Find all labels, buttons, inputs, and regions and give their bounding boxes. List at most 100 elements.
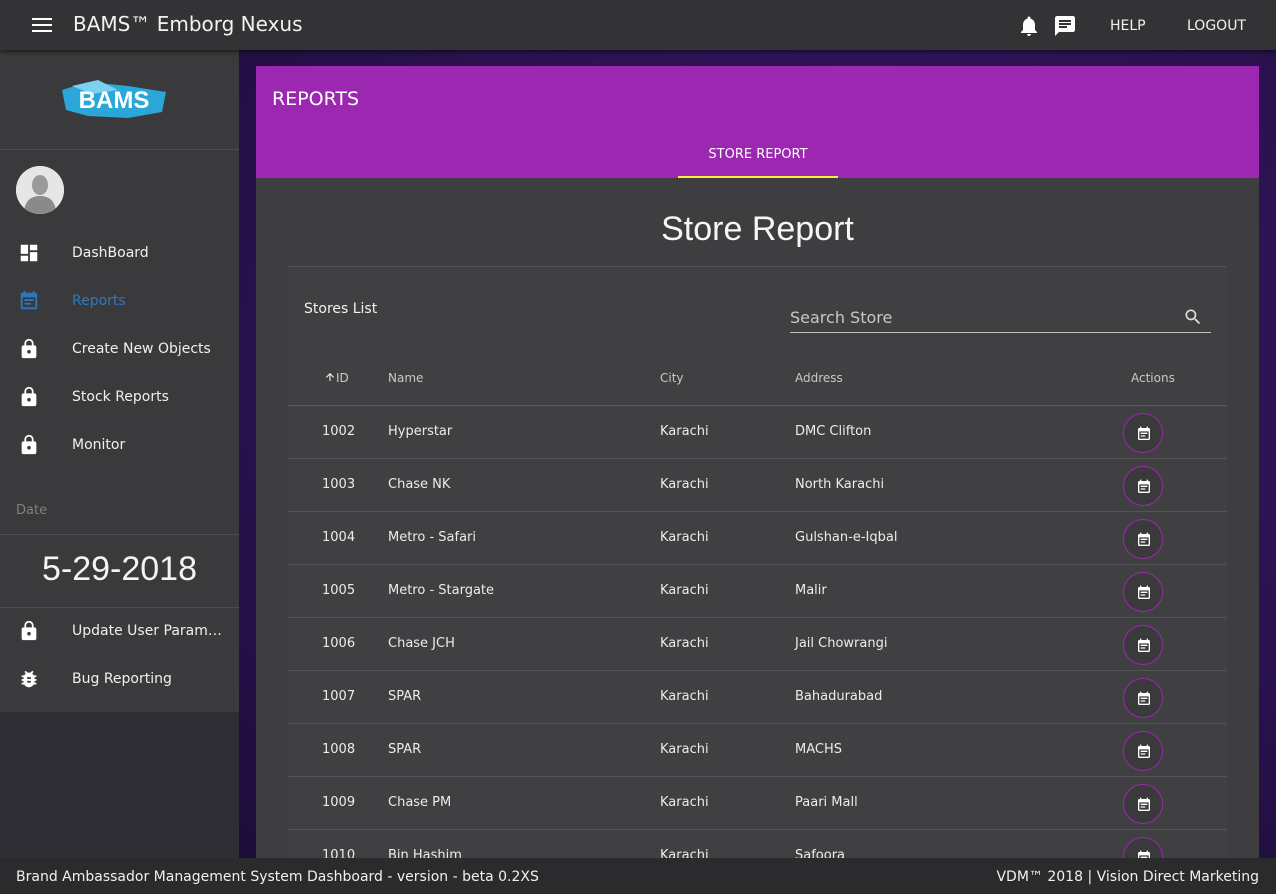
calendar-icon [20, 290, 38, 310]
cell-city: Karachi [660, 795, 709, 810]
sidebar-item-stock-reports[interactable]: Stock Reports [0, 376, 239, 420]
search-field [790, 303, 1211, 333]
top-app-bar: BAMS™ Emborg Nexus HELP LOGOUT [0, 0, 1276, 50]
page-title: REPORTS [272, 88, 360, 110]
bug-icon [21, 670, 37, 688]
view-report-button[interactable] [1123, 784, 1163, 824]
sidebar-item-label: Create New Objects [72, 341, 211, 357]
column-header-city[interactable]: City [660, 371, 684, 385]
help-link[interactable]: HELP [1110, 18, 1146, 34]
cell-id: 1004 [322, 530, 356, 545]
sidebar-item-bug-reporting[interactable]: Bug Reporting [0, 658, 239, 702]
sidebar-item-label: Bug Reporting [72, 671, 172, 687]
avatar[interactable] [16, 166, 64, 214]
date-label: Date [16, 503, 48, 518]
cell-address: Gulshan-e-Iqbal [795, 530, 898, 545]
cell-name: Metro - Stargate [388, 583, 495, 598]
cell-city: Karachi [660, 636, 709, 651]
cell-address: Malir [795, 583, 827, 598]
cell-name: Chase JCH [388, 636, 455, 651]
lock-icon [21, 386, 37, 407]
store-report-heading: Store Report [661, 210, 854, 248]
view-report-button[interactable] [1123, 731, 1163, 771]
lock-icon [21, 620, 37, 641]
table-row[interactable]: 1005 Metro - Stargate Karachi Malir [288, 565, 1227, 618]
footer-right-text: VDM™ 2018 | Vision Direct Marketing [996, 869, 1259, 885]
view-report-button[interactable] [1123, 678, 1163, 718]
cell-id: 1009 [322, 795, 356, 810]
sidebar-item-label: Reports [72, 293, 126, 309]
calendar-icon [1138, 638, 1150, 652]
sidebar-item-reports[interactable]: Reports [0, 280, 239, 324]
cell-city: Karachi [660, 530, 709, 545]
table-row[interactable]: 1009 Chase PM Karachi Paari Mall [288, 777, 1227, 830]
calendar-icon [1138, 585, 1150, 599]
cell-id: 1008 [322, 742, 356, 757]
table-row[interactable]: 1003 Chase NK Karachi North Karachi [288, 459, 1227, 512]
footer-left-text: Brand Ambassador Management System Dashb… [16, 869, 539, 885]
column-header-name[interactable]: Name [388, 371, 423, 385]
table-row[interactable]: 1006 Chase JCH Karachi Jail Chowrangi [288, 618, 1227, 671]
calendar-icon [1138, 479, 1150, 493]
cell-id: 1006 [322, 636, 356, 651]
view-report-button[interactable] [1123, 466, 1163, 506]
calendar-icon [1138, 532, 1150, 546]
chat-icon[interactable] [1053, 14, 1077, 38]
sidebar-filler [0, 712, 239, 858]
cell-id: 1003 [322, 477, 356, 492]
cell-name: SPAR [388, 742, 422, 757]
cell-id: 1007 [322, 689, 356, 704]
cell-address: Bahadurabad [795, 689, 883, 704]
lock-icon [21, 338, 37, 359]
reports-header: REPORTS STORE REPORT [256, 66, 1259, 178]
content-panel: Store Report Stores List ID Name City Ad… [256, 178, 1259, 883]
search-icon[interactable] [1183, 307, 1203, 327]
view-report-button[interactable] [1123, 519, 1163, 559]
search-input[interactable] [790, 303, 1170, 331]
cell-city: Karachi [660, 742, 709, 757]
sidebar-item-update-user-parameters[interactable]: Update User Paramet... [0, 610, 239, 654]
stores-list-title: Stores List [304, 301, 378, 317]
date-value: 5-29-2018 [41, 550, 197, 588]
view-report-button[interactable] [1123, 572, 1163, 612]
cell-name: SPAR [388, 689, 422, 704]
table-row[interactable]: 1002 Hyperstar Karachi DMC Clifton [288, 406, 1227, 459]
cell-id: 1002 [322, 424, 356, 439]
lock-icon [21, 434, 37, 455]
cell-address: MACHS [795, 742, 842, 757]
sidebar-item-dashboard[interactable]: DashBoard [0, 232, 239, 276]
logout-link[interactable]: LOGOUT [1187, 18, 1246, 34]
divider [0, 607, 239, 608]
bell-icon[interactable] [1017, 14, 1041, 38]
table-row[interactable]: 1008 SPAR Karachi MACHS [288, 724, 1227, 777]
cell-name: Chase PM [388, 795, 452, 810]
column-header-label: ID [336, 371, 349, 385]
sidebar-item-create-new-objects[interactable]: Create New Objects [0, 328, 239, 372]
tab-store-report[interactable]: STORE REPORT [678, 138, 838, 178]
column-header-address[interactable]: Address [795, 371, 843, 385]
divider [0, 534, 239, 535]
sidebar-item-monitor[interactable]: Monitor [0, 424, 239, 468]
sidebar-item-label: DashBoard [72, 245, 149, 261]
cell-city: Karachi [660, 477, 709, 492]
column-header-id[interactable]: ID [324, 371, 349, 385]
dashboard-icon [20, 244, 38, 262]
calendar-icon [1138, 744, 1150, 758]
cell-address: Jail Chowrangi [795, 636, 888, 651]
cell-city: Karachi [660, 424, 709, 439]
column-header-actions: Actions [1131, 371, 1175, 385]
sidebar-item-label: Update User Paramet... [72, 623, 222, 639]
stores-card: Stores List ID Name City Address Actions… [288, 266, 1227, 883]
table-row[interactable]: 1007 SPAR Karachi Bahadurabad [288, 671, 1227, 724]
footer: Brand Ambassador Management System Dashb… [0, 858, 1276, 894]
view-report-button[interactable] [1123, 413, 1163, 453]
menu-icon[interactable] [32, 18, 52, 34]
cell-name: Chase NK [388, 477, 451, 492]
cell-address: North Karachi [795, 477, 885, 492]
logo-area: BAMS [0, 50, 239, 150]
view-report-button[interactable] [1123, 625, 1163, 665]
cell-name: Hyperstar [388, 424, 453, 439]
cell-id: 1005 [322, 583, 356, 598]
table-row[interactable]: 1004 Metro - Safari Karachi Gulshan-e-Iqbal [288, 512, 1227, 565]
tab-label: STORE REPORT [708, 147, 808, 162]
